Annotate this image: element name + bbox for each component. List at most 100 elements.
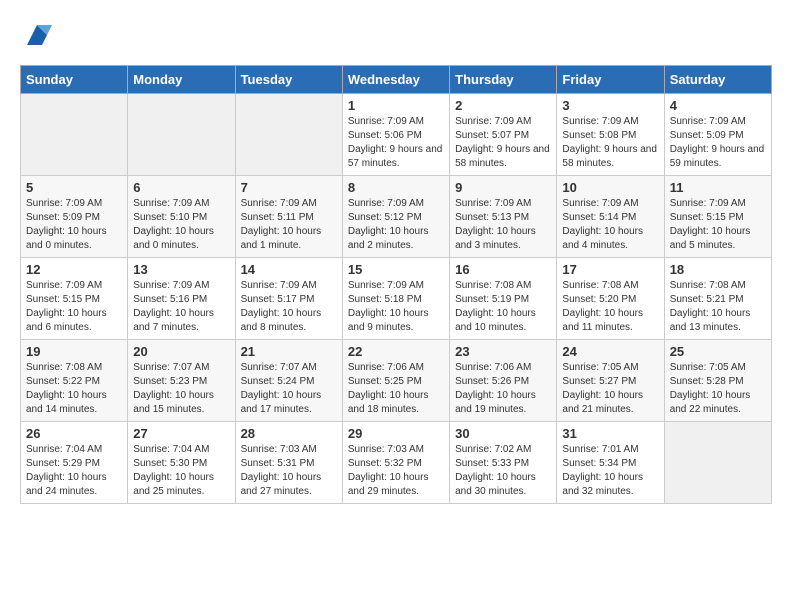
calendar-day-cell: 31 Sunrise: 7:01 AMSunset: 5:34 PMDayligh… [557,422,664,504]
day-info: Sunrise: 7:03 AMSunset: 5:31 PMDaylight:… [241,443,337,499]
day-info: Sunrise: 7:08 AMSunset: 5:22 PMDaylight:… [26,361,122,417]
day-number: 13 [133,262,229,277]
calendar-week-row: 12Sunrise: 7:09 AMSunset: 5:15 PMDayligh… [21,258,772,340]
calendar-day-cell: 14 Sunrise: 7:09 AMSunset: 5:17 PMDayligh… [235,258,342,340]
calendar-day-cell: 26 Sunrise: 7:04 AMSunset: 5:29 PMDayligh… [21,422,128,504]
weekday-header: Friday [557,66,664,94]
day-number: 28 [241,426,337,441]
day-number: 23 [455,344,551,359]
calendar-day-cell [235,94,342,176]
calendar-day-cell: 22 Sunrise: 7:06 AMSunset: 5:25 PMDayligh… [342,340,449,422]
day-number: 30 [455,426,551,441]
day-info: Sunrise: 7:09 AMSunset: 5:14 PMDaylight:… [562,197,658,253]
day-number: 27 [133,426,229,441]
day-number: 1 [348,98,444,113]
weekday-header: Sunday [21,66,128,94]
calendar-day-cell: 3 Sunrise: 7:09 AMSunset: 5:08 PMDaylight… [557,94,664,176]
calendar-day-cell: 1 Sunrise: 7:09 AMSunset: 5:06 PMDaylight… [342,94,449,176]
day-number: 26 [26,426,122,441]
calendar-day-cell: 5 Sunrise: 7:09 AMSunset: 5:09 PMDaylight… [21,176,128,258]
day-number: 25 [670,344,766,359]
day-number: 20 [133,344,229,359]
calendar-week-row: 26 Sunrise: 7:04 AMSunset: 5:29 PMDayligh… [21,422,772,504]
calendar-day-cell: 29Sunrise: 7:03 AMSunset: 5:32 PMDayligh… [342,422,449,504]
day-info: Sunrise: 7:08 AMSunset: 5:21 PMDaylight:… [670,279,766,335]
day-number: 15 [348,262,444,277]
calendar-day-cell: 7Sunrise: 7:09 AMSunset: 5:11 PMDaylight… [235,176,342,258]
day-number: 8 [348,180,444,195]
page-header [20,20,772,55]
calendar-day-cell: 21 Sunrise: 7:07 AMSunset: 5:24 PMDayligh… [235,340,342,422]
weekday-header: Tuesday [235,66,342,94]
calendar-day-cell: 10 Sunrise: 7:09 AMSunset: 5:14 PMDayligh… [557,176,664,258]
calendar-day-cell: 24 Sunrise: 7:05 AMSunset: 5:27 PMDayligh… [557,340,664,422]
calendar-week-row: 1 Sunrise: 7:09 AMSunset: 5:06 PMDaylight… [21,94,772,176]
day-number: 4 [670,98,766,113]
day-info: Sunrise: 7:04 AMSunset: 5:29 PMDaylight:… [26,443,122,499]
weekday-header-row: SundayMondayTuesdayWednesdayThursdayFrid… [21,66,772,94]
calendar-day-cell: 4 Sunrise: 7:09 AMSunset: 5:09 PMDaylight… [664,94,771,176]
calendar-week-row: 19 Sunrise: 7:08 AMSunset: 5:22 PMDayligh… [21,340,772,422]
day-info: Sunrise: 7:09 AMSunset: 5:11 PMDaylight:… [241,197,337,253]
day-info: Sunrise: 7:09 AMSunset: 5:10 PMDaylight:… [133,197,229,253]
day-info: Sunrise: 7:06 AMSunset: 5:26 PMDaylight:… [455,361,551,417]
day-number: 22 [348,344,444,359]
day-info: Sunrise: 7:09 AMSunset: 5:16 PMDaylight:… [133,279,229,335]
day-number: 19 [26,344,122,359]
day-number: 17 [562,262,658,277]
logo-icon [22,20,52,50]
day-number: 24 [562,344,658,359]
day-number: 31 [562,426,658,441]
calendar-day-cell: 17 Sunrise: 7:08 AMSunset: 5:20 PMDayligh… [557,258,664,340]
day-number: 9 [455,180,551,195]
day-info: Sunrise: 7:03 AMSunset: 5:32 PMDaylight:… [348,443,444,499]
day-info: Sunrise: 7:02 AMSunset: 5:33 PMDaylight:… [455,443,551,499]
day-number: 10 [562,180,658,195]
weekday-header: Thursday [450,66,557,94]
day-info: Sunrise: 7:06 AMSunset: 5:25 PMDaylight:… [348,361,444,417]
day-number: 5 [26,180,122,195]
calendar-day-cell [664,422,771,504]
calendar-day-cell: 25 Sunrise: 7:05 AMSunset: 5:28 PMDayligh… [664,340,771,422]
day-number: 21 [241,344,337,359]
day-info: Sunrise: 7:08 AMSunset: 5:19 PMDaylight:… [455,279,551,335]
day-info: Sunrise: 7:07 AMSunset: 5:24 PMDaylight:… [241,361,337,417]
day-info: Sunrise: 7:09 AMSunset: 5:09 PMDaylight:… [26,197,122,253]
day-info: Sunrise: 7:09 AMSunset: 5:17 PMDaylight:… [241,279,337,335]
day-info: Sunrise: 7:09 AMSunset: 5:15 PMDaylight:… [26,279,122,335]
day-info: Sunrise: 7:05 AMSunset: 5:28 PMDaylight:… [670,361,766,417]
day-number: 3 [562,98,658,113]
calendar-day-cell: 12Sunrise: 7:09 AMSunset: 5:15 PMDayligh… [21,258,128,340]
day-info: Sunrise: 7:04 AMSunset: 5:30 PMDaylight:… [133,443,229,499]
calendar-day-cell: 28 Sunrise: 7:03 AMSunset: 5:31 PMDayligh… [235,422,342,504]
calendar-day-cell: 13 Sunrise: 7:09 AMSunset: 5:16 PMDayligh… [128,258,235,340]
calendar-day-cell: 27 Sunrise: 7:04 AMSunset: 5:30 PMDayligh… [128,422,235,504]
day-number: 18 [670,262,766,277]
day-info: Sunrise: 7:09 AMSunset: 5:15 PMDaylight:… [670,197,766,253]
day-number: 6 [133,180,229,195]
day-info: Sunrise: 7:09 AMSunset: 5:09 PMDaylight:… [670,115,766,171]
day-number: 14 [241,262,337,277]
calendar-day-cell: 6 Sunrise: 7:09 AMSunset: 5:10 PMDaylight… [128,176,235,258]
weekday-header: Wednesday [342,66,449,94]
calendar-day-cell [21,94,128,176]
calendar-week-row: 5 Sunrise: 7:09 AMSunset: 5:09 PMDaylight… [21,176,772,258]
calendar-day-cell: 11Sunrise: 7:09 AMSunset: 5:15 PMDayligh… [664,176,771,258]
day-info: Sunrise: 7:08 AMSunset: 5:20 PMDaylight:… [562,279,658,335]
day-info: Sunrise: 7:09 AMSunset: 5:08 PMDaylight:… [562,115,658,171]
calendar-day-cell: 18 Sunrise: 7:08 AMSunset: 5:21 PMDayligh… [664,258,771,340]
day-number: 16 [455,262,551,277]
day-info: Sunrise: 7:05 AMSunset: 5:27 PMDaylight:… [562,361,658,417]
calendar-day-cell: 2Sunrise: 7:09 AMSunset: 5:07 PMDaylight… [450,94,557,176]
day-info: Sunrise: 7:01 AMSunset: 5:34 PMDaylight:… [562,443,658,499]
calendar-table: SundayMondayTuesdayWednesdayThursdayFrid… [20,65,772,504]
calendar-day-cell: 30 Sunrise: 7:02 AMSunset: 5:33 PMDayligh… [450,422,557,504]
calendar-day-cell: 9 Sunrise: 7:09 AMSunset: 5:13 PMDaylight… [450,176,557,258]
calendar-day-cell: 23 Sunrise: 7:06 AMSunset: 5:26 PMDayligh… [450,340,557,422]
calendar-day-cell: 19 Sunrise: 7:08 AMSunset: 5:22 PMDayligh… [21,340,128,422]
day-info: Sunrise: 7:09 AMSunset: 5:13 PMDaylight:… [455,197,551,253]
day-number: 2 [455,98,551,113]
calendar-day-cell: 8Sunrise: 7:09 AMSunset: 5:12 PMDaylight… [342,176,449,258]
calendar-day-cell [128,94,235,176]
day-info: Sunrise: 7:09 AMSunset: 5:06 PMDaylight:… [348,115,444,171]
